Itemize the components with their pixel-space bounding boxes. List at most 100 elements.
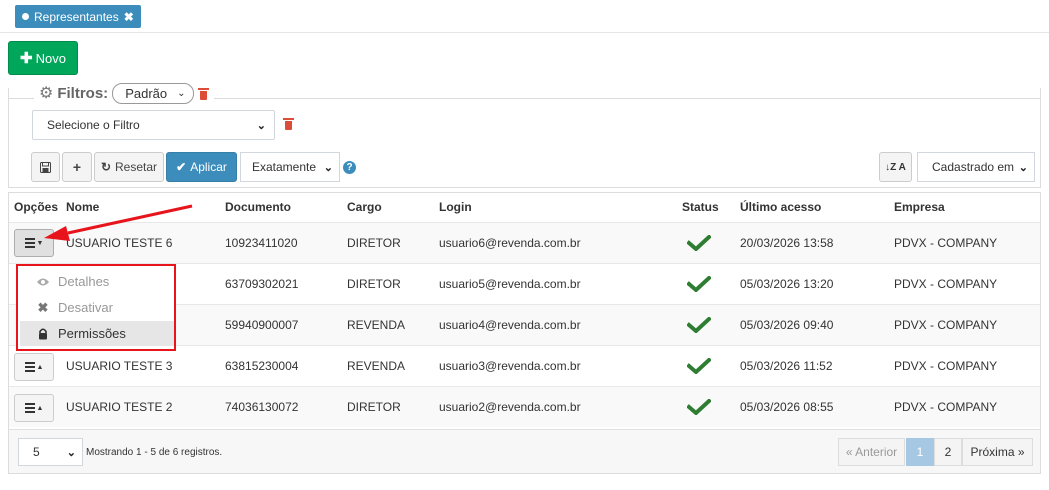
- cell-last-access: 20/03/2026 13:58: [740, 236, 834, 250]
- tab-representantes[interactable]: Representantes ✖: [15, 5, 141, 28]
- filter-select-value: Selecione o Filtro: [47, 118, 140, 132]
- cell-last-access: 05/03/2026 09:40: [740, 318, 834, 332]
- chevron-down-icon: ⌄: [256, 119, 266, 132]
- trash-icon[interactable]: [197, 87, 209, 100]
- records-count-text: Mostrando 1 - 5 de 6 registros.: [86, 447, 223, 458]
- status-check-icon: [687, 399, 711, 415]
- caret-down-icon: ▼: [36, 239, 44, 247]
- header-options: Opções: [14, 200, 59, 214]
- help-icon[interactable]: ?: [343, 161, 356, 174]
- plus-icon: ✚: [20, 50, 33, 67]
- header-last-access[interactable]: Último acesso: [740, 200, 821, 214]
- cell-company: PDVX - COMPANY: [894, 277, 998, 291]
- check-icon: ✔: [176, 160, 187, 174]
- header-company[interactable]: Empresa: [894, 200, 945, 214]
- page-size-select[interactable]: 5 ⌄: [18, 438, 83, 466]
- trash-icon[interactable]: [283, 117, 294, 130]
- reset-label: Resetar: [115, 160, 158, 174]
- gear-icon: ⚙: [39, 85, 54, 102]
- filter-header: ⚙ Filtros: Padrão ⌄: [34, 81, 214, 105]
- filter-preset-select[interactable]: Padrão ⌄: [112, 82, 194, 104]
- chevron-down-icon: ⌄: [177, 87, 186, 99]
- tab-label: Representantes: [34, 9, 119, 24]
- cell-company: PDVX - COMPANY: [894, 400, 998, 414]
- add-filter-button[interactable]: +: [62, 152, 92, 182]
- cell-role: REVENDA: [347, 318, 406, 332]
- cell-login: usuario2@revenda.com.br: [439, 400, 581, 414]
- cell-role: DIRETOR: [347, 400, 401, 414]
- chevron-down-icon: ⌄: [66, 446, 76, 459]
- cell-role: DIRETOR: [347, 236, 401, 250]
- apply-label: Aplicar: [190, 160, 227, 174]
- chevron-down-icon: ⌄: [323, 161, 333, 174]
- top-tab-bar: Representantes ✖: [0, 0, 1049, 33]
- cell-name: USUARIO TESTE 3: [66, 359, 173, 373]
- pagination-next[interactable]: Próxima »: [962, 438, 1033, 466]
- cell-company: PDVX - COMPANY: [894, 236, 998, 250]
- menu-icon: [24, 362, 35, 372]
- pagination-prev[interactable]: « Anterior: [838, 438, 905, 466]
- caret-up-icon: ▲: [36, 363, 44, 371]
- header-document[interactable]: Documento: [225, 200, 291, 214]
- menu-item-label: Permissões: [58, 326, 126, 341]
- match-mode-select[interactable]: Exatamente ⌄: [240, 152, 340, 182]
- row-options-button[interactable]: ▼: [14, 229, 54, 257]
- menu-item-details[interactable]: Detalhes: [20, 269, 174, 294]
- filter-select[interactable]: Selecione o Filtro ⌄: [32, 110, 275, 140]
- save-button[interactable]: [31, 152, 60, 182]
- header-name[interactable]: Nome: [66, 200, 99, 214]
- menu-icon: [24, 403, 35, 413]
- menu-item-deactivate[interactable]: ✖ Desativar: [20, 295, 174, 320]
- row-options-dropdown: Detalhes ✖ Desativar Permissões: [16, 264, 176, 351]
- menu-item-label: Desativar: [58, 300, 113, 315]
- cell-login: usuario6@revenda.com.br: [439, 236, 581, 250]
- sort-direction-button[interactable]: ↓Z A: [879, 152, 912, 182]
- tab-dot-icon: [22, 13, 29, 20]
- cell-document: 59940900007: [225, 318, 299, 332]
- menu-item-label: Detalhes: [58, 274, 110, 289]
- status-check-icon: [687, 235, 711, 251]
- sort-field-value: Cadastrado em: [932, 160, 1015, 174]
- header-role[interactable]: Cargo: [347, 200, 382, 214]
- cell-login: usuario3@revenda.com.br: [439, 359, 581, 373]
- filter-preset-value: Padrão: [125, 85, 168, 101]
- cell-role: REVENDA: [347, 359, 406, 373]
- pagination-page-2[interactable]: 2: [934, 438, 962, 466]
- cell-document: 10923411020: [225, 236, 298, 250]
- cell-company: PDVX - COMPANY: [894, 318, 998, 332]
- row-options-button[interactable]: ▲: [14, 394, 54, 422]
- save-icon: [40, 161, 51, 173]
- sort-field-select[interactable]: Cadastrado em ⌄: [917, 152, 1035, 182]
- cell-login: usuario4@revenda.com.br: [439, 318, 581, 332]
- pagination-page-1[interactable]: 1: [906, 438, 934, 466]
- header-login[interactable]: Login: [439, 200, 472, 214]
- chevron-down-icon: ⌄: [1018, 161, 1028, 174]
- eye-icon: [37, 278, 49, 285]
- status-check-icon: [687, 317, 711, 333]
- lock-icon: [39, 327, 47, 339]
- cell-name: USUARIO TESTE 2: [66, 400, 173, 414]
- times-icon: ✖: [37, 299, 49, 315]
- new-button-label: Novo: [35, 50, 66, 66]
- sort-alpha-icon: ↓Z A: [885, 161, 906, 173]
- menu-item-permissions[interactable]: Permissões: [20, 321, 174, 346]
- status-check-icon: [687, 358, 711, 374]
- cell-document: 63709302021: [225, 277, 299, 291]
- reset-button[interactable]: ↻ Resetar: [94, 152, 164, 182]
- apply-button[interactable]: ✔ Aplicar: [166, 152, 237, 182]
- cell-last-access: 05/03/2026 13:20: [740, 277, 834, 291]
- new-button[interactable]: ✚ Novo: [8, 41, 78, 75]
- tab-close-icon[interactable]: ✖: [124, 10, 134, 24]
- plus-icon: +: [72, 159, 82, 175]
- row-options-button[interactable]: ▲: [14, 353, 54, 381]
- cell-last-access: 05/03/2026 08:55: [740, 400, 834, 414]
- cell-last-access: 05/03/2026 11:52: [740, 359, 833, 373]
- status-check-icon: [687, 276, 711, 292]
- cell-document: 63815230004: [225, 359, 299, 373]
- header-status[interactable]: Status: [682, 200, 719, 214]
- caret-up-icon: ▲: [36, 404, 44, 412]
- cell-document: 74036130072: [225, 400, 299, 414]
- menu-icon: [24, 238, 35, 248]
- cell-company: PDVX - COMPANY: [894, 359, 998, 373]
- cell-name: USUARIO TESTE 6: [66, 236, 173, 250]
